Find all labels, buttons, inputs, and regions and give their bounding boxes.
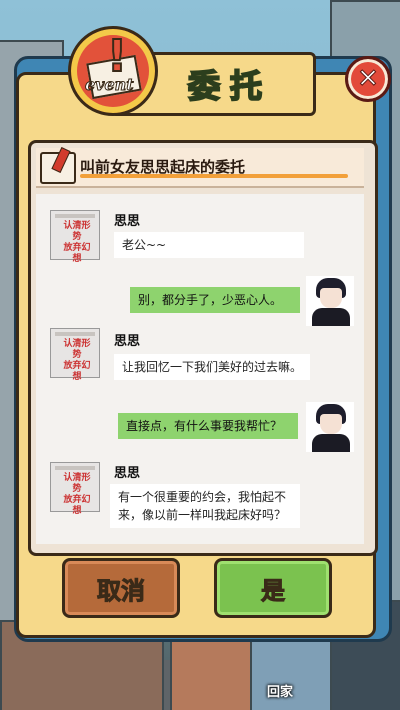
npc-name: 思思 xyxy=(114,466,141,481)
close-icon: ✕ xyxy=(357,64,380,94)
npc-avatar-tag: 认清形势 放弃幻想 xyxy=(63,339,91,382)
title-underline xyxy=(80,174,348,178)
npc-name: 思思 xyxy=(114,214,141,229)
event-badge-word: event xyxy=(85,75,135,95)
dialog-title: 委托 xyxy=(187,66,272,106)
npc-avatar: 认清形势 放弃幻想 xyxy=(50,210,100,264)
npc-avatar: 认清形势 放弃幻想 xyxy=(50,328,100,382)
exclamation-icon: ! xyxy=(106,31,128,82)
message-bubble-player: 直接点，有什么事要我帮忙？ xyxy=(118,413,298,439)
player-avatar xyxy=(306,276,354,326)
close-button[interactable]: ✕ xyxy=(345,56,391,102)
npc-avatar-tag: 认清形势 放弃幻想 xyxy=(63,221,91,264)
cancel-button[interactable]: 取消 xyxy=(62,558,180,618)
message-bubble-npc: 老公~~ xyxy=(114,232,304,258)
message-bubble-npc: 有一个很重要的约会，我怕起不来，像以前一样叫我起床好吗？ xyxy=(110,484,300,528)
npc-name: 思思 xyxy=(114,334,141,349)
message-bubble-player: 别，都分手了，少恶心人。 xyxy=(130,287,300,313)
npc-avatar: 认清形势 放弃幻想 xyxy=(50,462,100,516)
confirm-button[interactable]: 是 xyxy=(214,558,332,618)
home-button[interactable]: 回家 xyxy=(250,682,310,704)
event-badge-icon: ! event xyxy=(68,26,158,116)
player-avatar xyxy=(306,402,354,452)
letter-icon xyxy=(40,152,76,184)
npc-avatar-tag: 认清形势 放弃幻想 xyxy=(63,473,91,516)
message-bubble-npc: 让我回忆一下我们美好的过去嘛。 xyxy=(114,354,310,380)
